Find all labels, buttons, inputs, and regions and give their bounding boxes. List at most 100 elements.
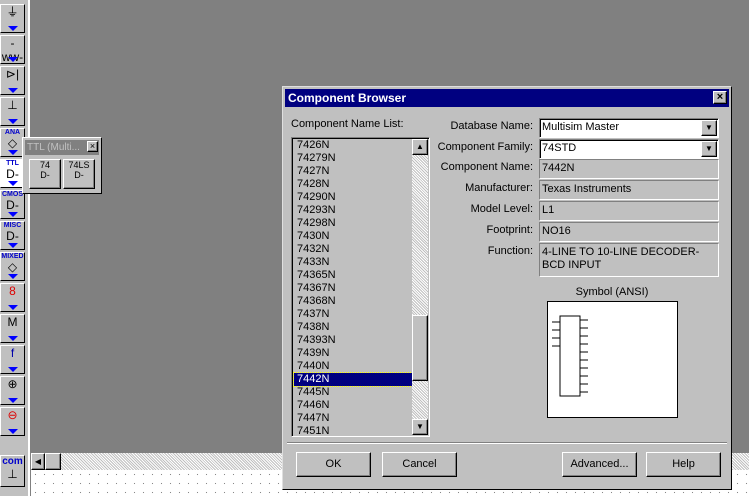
footprint-label: Footprint: bbox=[486, 224, 533, 236]
list-item[interactable]: 74393N bbox=[294, 334, 414, 347]
toolbar-label: com bbox=[2, 456, 23, 467]
divider bbox=[287, 442, 727, 444]
advanced-button[interactable]: Advanced... bbox=[562, 452, 637, 477]
list-item[interactable]: 74367N bbox=[294, 282, 414, 295]
list-item[interactable]: 7445N bbox=[294, 386, 414, 399]
expand-arrow-icon bbox=[8, 429, 18, 434]
list-item[interactable]: 7439N bbox=[294, 347, 414, 360]
manufacturer-field: Texas Instruments bbox=[539, 180, 719, 200]
ttl-74ls-button[interactable]: 74LS D- bbox=[63, 159, 95, 189]
cmos-icon: D- bbox=[6, 198, 19, 212]
list-item[interactable]: 7440N bbox=[294, 360, 414, 373]
list-item[interactable]: 74368N bbox=[294, 295, 414, 308]
toolbar-button-cmos[interactable]: CMOS D- bbox=[0, 190, 25, 219]
diodes-icon: ⊳| bbox=[5, 67, 20, 81]
expand-arrow-icon bbox=[8, 119, 18, 124]
close-button[interactable]: × bbox=[713, 91, 727, 104]
component-family-select[interactable]: 74STD ▼ bbox=[539, 139, 719, 159]
list-item[interactable]: 7451N bbox=[294, 425, 414, 438]
transistors-icon: ⊥ bbox=[7, 98, 18, 112]
ttl-74-button[interactable]: 74 D- bbox=[29, 159, 61, 189]
component-name-label: Component Name: bbox=[440, 161, 533, 173]
list-item[interactable]: 7446N bbox=[294, 399, 414, 412]
toolbar-label: MIXED bbox=[1, 253, 24, 260]
expand-arrow-icon bbox=[8, 243, 18, 248]
function-label: Function: bbox=[487, 245, 533, 257]
component-toolbar: ⏚ -ww- ⊳| ⊥ ANA ◇ TTL D- CMOS D- MISC D- MIXED ◇ 8 Mf ⊕ ⊖… bbox=[0, 0, 30, 496]
list-item[interactable]: 7438N bbox=[294, 321, 414, 334]
ok-button[interactable]: OK bbox=[296, 452, 371, 477]
indicators-icon: 8 bbox=[9, 284, 16, 298]
expand-arrow-icon bbox=[8, 274, 18, 279]
dialog-title: Component Browser bbox=[285, 89, 729, 107]
decoder-symbol-icon bbox=[552, 315, 588, 397]
scroll-down-arrow-icon[interactable]: ▼ bbox=[412, 419, 428, 435]
button-label: 74 bbox=[39, 160, 50, 170]
list-item[interactable]: 74365N bbox=[294, 269, 414, 282]
expand-arrow-icon bbox=[8, 57, 18, 62]
toolbar-button-basic[interactable]: -ww- bbox=[0, 35, 25, 64]
ttl-icon: D- bbox=[6, 167, 19, 181]
expand-arrow-icon bbox=[8, 88, 18, 93]
transistor-icon: ⊥ bbox=[7, 467, 18, 481]
footprint-field: NO16 bbox=[539, 222, 719, 242]
scroll-left-arrow-icon[interactable]: ◀ bbox=[31, 453, 45, 470]
toolbar-button-rf[interactable]: ⊕ bbox=[0, 376, 25, 405]
component-family-label: Component Family: bbox=[437, 141, 533, 153]
select-value: 74STD bbox=[542, 142, 577, 154]
list-label: Component Name List: bbox=[291, 118, 404, 130]
expand-arrow-icon bbox=[8, 367, 18, 372]
toolbar-label: TTL bbox=[6, 160, 19, 167]
misc-digital-icon: D- bbox=[6, 229, 19, 243]
expand-arrow-icon bbox=[8, 26, 18, 31]
manufacturer-label: Manufacturer: bbox=[465, 182, 533, 194]
rf-icon: ⊕ bbox=[7, 377, 18, 391]
toolbar-button-mixed[interactable]: MIXED ◇ bbox=[0, 252, 25, 281]
ttl-palette: TTL (Multi... × 74 D- 74LS D- bbox=[22, 137, 102, 194]
expand-arrow-icon bbox=[8, 398, 18, 403]
toolbar-button-electromechanical[interactable]: ⊖ bbox=[0, 407, 25, 436]
expand-arrow-icon bbox=[8, 150, 18, 155]
expand-arrow-icon bbox=[8, 181, 18, 186]
expand-arrow-icon bbox=[8, 305, 18, 310]
mixed-icon: ◇ bbox=[7, 260, 18, 274]
cancel-button[interactable]: Cancel bbox=[382, 452, 457, 477]
toolbar-button-transistors[interactable]: ⊥ bbox=[0, 97, 25, 126]
list-item[interactable]: 7442N bbox=[293, 372, 415, 387]
toolbar-button-com[interactable]: com ⊥ bbox=[0, 455, 25, 487]
expand-arrow-icon bbox=[8, 212, 18, 217]
scroll-thumb[interactable] bbox=[412, 315, 428, 381]
chevron-down-icon[interactable]: ▼ bbox=[701, 120, 717, 136]
analog-icon: ◇ bbox=[7, 136, 18, 150]
database-name-label: Database Name: bbox=[450, 120, 533, 132]
component-browser-dialog: Component Browser × Component Name List:… bbox=[282, 86, 732, 490]
toolbar-button-misc[interactable]: M bbox=[0, 314, 25, 343]
sources-icon: ⏚ bbox=[6, 5, 19, 19]
function-field: 4-LINE TO 10-LINE DECODER-BCD INPUT bbox=[539, 243, 719, 277]
toolbar-label: MISC bbox=[3, 222, 22, 229]
toolbar-button-diodes[interactable]: ⊳| bbox=[0, 66, 25, 95]
scroll-thumb[interactable] bbox=[45, 453, 61, 470]
list-item[interactable]: 7433N bbox=[294, 256, 414, 269]
select-value: Multisim Master bbox=[542, 121, 620, 133]
toolbar-label: CMOS bbox=[2, 191, 23, 198]
misc-icon: M bbox=[7, 315, 18, 329]
help-button[interactable]: Help bbox=[646, 452, 721, 477]
controls-icon: f bbox=[10, 346, 15, 360]
chevron-down-icon[interactable]: ▼ bbox=[701, 141, 717, 157]
list-item[interactable]: 7437N bbox=[294, 308, 414, 321]
symbol-preview bbox=[547, 301, 678, 418]
toolbar-button-indicators[interactable]: 8 bbox=[0, 283, 25, 312]
gate-icon: D- bbox=[40, 170, 50, 180]
database-name-select[interactable]: Multisim Master ▼ bbox=[539, 118, 719, 138]
gate-icon: D- bbox=[74, 170, 84, 180]
model-level-field: L1 bbox=[539, 201, 719, 221]
list-item[interactable]: 7447N bbox=[294, 412, 414, 425]
ttl-palette-close-button[interactable]: × bbox=[87, 141, 98, 152]
toolbar-button-controls[interactable]: f bbox=[0, 345, 25, 374]
toolbar-button-misc-digital[interactable]: MISC D- bbox=[0, 221, 25, 250]
symbol-label: Symbol (ANSI) bbox=[575, 286, 649, 298]
component-name-field: 7442N bbox=[539, 159, 719, 179]
toolbar-button-sources[interactable]: ⏚ bbox=[0, 4, 25, 33]
toolbar-label: ANA bbox=[4, 129, 21, 136]
